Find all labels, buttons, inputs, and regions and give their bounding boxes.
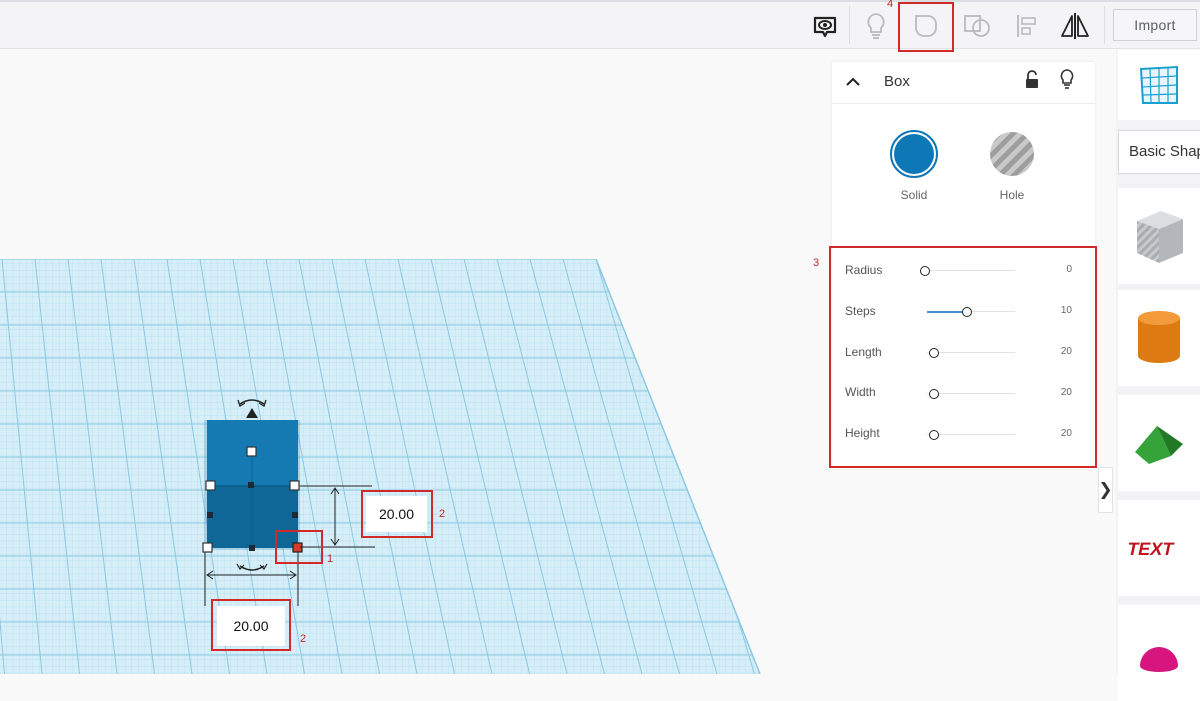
unlock-icon[interactable] bbox=[1024, 70, 1040, 90]
half-sphere-tile[interactable] bbox=[1118, 605, 1200, 701]
box-hole-tile[interactable] bbox=[1118, 188, 1200, 284]
annotation-label-2: 2 bbox=[439, 508, 446, 520]
text-icon: TEXT bbox=[1129, 539, 1176, 559]
roof-icon bbox=[1135, 426, 1183, 464]
half-sphere-icon bbox=[1140, 647, 1178, 672]
edge-handle[interactable] bbox=[249, 545, 255, 551]
annotation-label-1: 1 bbox=[327, 553, 334, 565]
corner-handle[interactable] bbox=[205, 480, 216, 491]
solid-swatch bbox=[894, 134, 934, 174]
import-button[interactable]: Import bbox=[1113, 9, 1197, 41]
annotation-box-2 bbox=[211, 599, 291, 651]
text-tile[interactable]: TEXT bbox=[1118, 500, 1200, 596]
inspector-header: Box bbox=[832, 62, 1095, 104]
hole-label: Hole bbox=[999, 188, 1025, 202]
edge-handle[interactable] bbox=[248, 482, 254, 488]
box-hole-icon bbox=[1137, 211, 1183, 263]
cylinder-tile[interactable] bbox=[1118, 290, 1200, 386]
cylinder-icon bbox=[1138, 311, 1180, 363]
corner-handle[interactable] bbox=[202, 542, 213, 553]
hole-button[interactable] bbox=[990, 132, 1034, 176]
lightbulb-icon[interactable] bbox=[1058, 68, 1076, 90]
roof-tile[interactable] bbox=[1118, 395, 1200, 491]
workplane-shape-tile[interactable] bbox=[1118, 50, 1200, 120]
corner-handle[interactable] bbox=[289, 480, 300, 491]
inspector-title: Box bbox=[884, 73, 910, 90]
annotation-box-1 bbox=[275, 530, 323, 564]
height-handle[interactable] bbox=[246, 446, 257, 457]
solid-button[interactable] bbox=[890, 130, 938, 178]
collapse-panel-button[interactable]: ❯ bbox=[1098, 467, 1113, 513]
chevron-up-icon[interactable] bbox=[845, 76, 861, 88]
shape-category-select[interactable]: Basic Shapes bbox=[1118, 130, 1200, 174]
annotation-label-3: 3 bbox=[813, 257, 820, 269]
annotation-label-2: 2 bbox=[300, 633, 307, 645]
annotation-box-2 bbox=[361, 490, 433, 538]
workplane-grid-icon bbox=[1139, 65, 1178, 104]
edge-handle[interactable] bbox=[207, 512, 213, 518]
solid-label: Solid bbox=[900, 188, 928, 202]
annotation-box-3 bbox=[829, 246, 1097, 468]
shapes-panel: Basic Shapes TEXT bbox=[1116, 50, 1200, 701]
edge-handle[interactable] bbox=[292, 512, 298, 518]
svg-text:TEXT: TEXT bbox=[1129, 539, 1176, 559]
